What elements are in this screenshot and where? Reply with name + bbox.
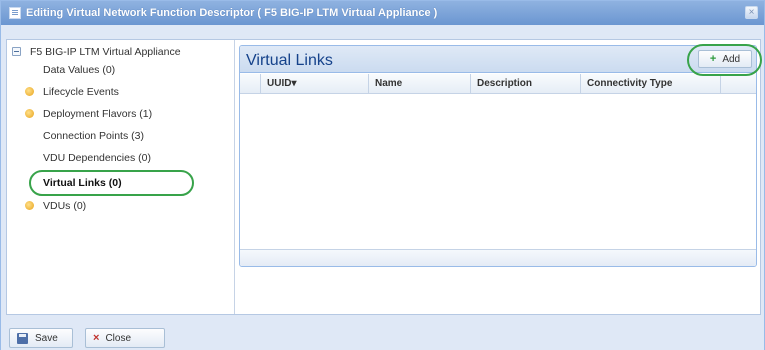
close-button[interactable]: × Close <box>85 328 165 348</box>
tree-item-label: Connection Points (3) <box>43 129 144 142</box>
grid-header: UUID▾ Name Description Connectivity Type <box>240 74 756 94</box>
tree-item-deployment-flavors[interactable]: Deployment Flavors (1) <box>25 105 152 122</box>
tree-item-data-values[interactable]: Data Values (0) <box>25 61 115 78</box>
panel-header: Virtual Links + Add <box>240 46 756 73</box>
panel-title: Virtual Links <box>246 52 333 69</box>
tree-item-lifecycle-events[interactable]: Lifecycle Events <box>25 83 119 100</box>
save-button[interactable]: Save <box>9 328 73 348</box>
tree-item-label: Deployment Flavors (1) <box>43 107 153 120</box>
folder-icon <box>25 87 34 96</box>
folder-icon <box>25 109 34 118</box>
column-description[interactable]: Description <box>470 74 580 94</box>
column-uuid[interactable]: UUID▾ <box>260 74 368 94</box>
tree-root[interactable]: F5 BIG-IP LTM Virtual Appliance <box>12 43 181 60</box>
tree-item-label: VDU Dependencies (0) <box>43 151 151 164</box>
title-bar[interactable]: Editing Virtual Network Function Descrip… <box>1 1 764 25</box>
folder-icon <box>25 201 34 210</box>
descriptor-tree: F5 BIG-IP LTM Virtual Appliance Data Val… <box>7 40 235 314</box>
collapse-icon[interactable] <box>12 47 21 56</box>
column-name[interactable]: Name <box>368 74 470 94</box>
save-button-label: Save <box>35 332 58 344</box>
close-icon: × <box>93 332 100 344</box>
column-connectivity-type[interactable]: Connectivity Type <box>580 74 720 94</box>
grid-footer <box>240 249 756 266</box>
save-icon <box>17 332 28 344</box>
editor-body: F5 BIG-IP LTM Virtual Appliance Data Val… <box>6 39 761 315</box>
add-button-highlight <box>687 44 762 76</box>
close-icon[interactable]: × <box>745 6 758 19</box>
tree-item-vdu-dependencies[interactable]: VDU Dependencies (0) <box>25 149 151 166</box>
close-button-label: Close <box>105 332 132 344</box>
virtual-links-highlight <box>29 170 194 196</box>
column-spacer <box>720 74 756 94</box>
tree-item-vdus[interactable]: VDUs (0) <box>25 197 86 214</box>
tree-item-connection-points[interactable]: Connection Points (3) <box>25 127 144 144</box>
virtual-links-panel: Virtual Links + Add UUID▾ Name Descripti… <box>239 45 757 267</box>
grid-body[interactable] <box>240 95 756 249</box>
document-icon <box>9 7 21 19</box>
editor-window: Editing Virtual Network Function Descrip… <box>0 0 765 350</box>
tree-item-label: Data Values (0) <box>43 63 116 76</box>
tree-item-label: VDUs (0) <box>43 199 87 212</box>
dialog-footer: Save × Close <box>1 319 764 350</box>
tree-root-label: F5 BIG-IP LTM Virtual Appliance <box>30 45 181 58</box>
tree-item-label: Lifecycle Events <box>43 85 119 98</box>
window-title: Editing Virtual Network Function Descrip… <box>26 7 438 19</box>
